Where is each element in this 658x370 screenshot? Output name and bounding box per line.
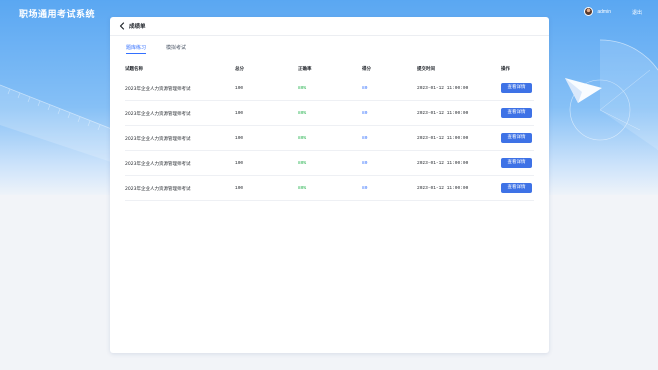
score: 80 xyxy=(362,186,368,191)
results-table: 试题名称 总分 正确率 得分 提交时间 操作 2023年企业人力资源管理师考试 … xyxy=(125,61,534,201)
score: 80 xyxy=(362,111,368,116)
column-header-time: 提交时间 xyxy=(417,67,435,72)
table-row: 2023年企业人力资源管理师考试 100 80% 80 2023-01-12 1… xyxy=(125,76,534,101)
table-row: 2023年企业人力资源管理师考试 100 80% 80 2023-01-12 1… xyxy=(125,126,534,151)
tab-question-bank[interactable]: 题库练习 xyxy=(126,44,147,54)
submit-time: 2023-01-12 11:00:00 xyxy=(417,86,469,91)
table-row: 2023年企业人力资源管理师考试 100 80% 80 2023-01-12 1… xyxy=(125,151,534,176)
logout-link[interactable]: 退出 xyxy=(632,9,642,16)
submit-time: 2023-01-12 11:00:00 xyxy=(417,161,469,166)
submit-time: 2023-01-12 11:00:00 xyxy=(417,136,469,141)
exam-name: 2023年企业人力资源管理师考试 xyxy=(125,87,191,92)
total-score: 100 xyxy=(235,86,244,91)
app-title: 职场通用考试系统 xyxy=(19,10,96,20)
exam-name: 2023年企业人力资源管理师考试 xyxy=(125,112,191,117)
view-details-button[interactable]: 查看详情 xyxy=(501,158,532,168)
total-score: 100 xyxy=(235,111,244,116)
score-card: 成绩单 题库练习 模拟考试 试题名称 总分 正确率 得分 提交时间 操作 202… xyxy=(110,17,549,353)
card-header: 成绩单 xyxy=(110,17,549,36)
submit-time: 2023-01-12 11:00:00 xyxy=(417,186,469,191)
table-row: 2023年企业人力资源管理师考试 100 80% 80 2023-01-12 1… xyxy=(125,176,534,201)
correct-rate: 80% xyxy=(298,86,307,91)
column-header-score: 得分 xyxy=(362,67,371,72)
score: 80 xyxy=(362,136,368,141)
total-score: 100 xyxy=(235,161,244,166)
view-details-button[interactable]: 查看详情 xyxy=(501,108,532,118)
column-header-rate: 正确率 xyxy=(298,67,312,72)
correct-rate: 80% xyxy=(298,161,307,166)
column-header-action: 操作 xyxy=(501,67,510,72)
score: 80 xyxy=(362,86,368,91)
user-menu[interactable]: admin xyxy=(584,7,611,16)
view-details-button[interactable]: 查看详情 xyxy=(501,133,532,143)
score: 80 xyxy=(362,161,368,166)
table-row: 2023年企业人力资源管理师考试 100 80% 80 2023-01-12 1… xyxy=(125,101,534,126)
page-title: 成绩单 xyxy=(129,24,146,30)
tab-bar: 题库练习 模拟考试 xyxy=(126,44,206,54)
total-score: 100 xyxy=(235,136,244,141)
paper-plane-icon xyxy=(565,78,602,103)
tab-mock-exam[interactable]: 模拟考试 xyxy=(166,44,186,54)
view-details-button[interactable]: 查看详情 xyxy=(501,83,532,93)
table-header: 试题名称 总分 正确率 得分 提交时间 操作 xyxy=(125,61,534,76)
column-header-name: 试题名称 xyxy=(125,67,143,72)
correct-rate: 80% xyxy=(298,186,307,191)
submit-time: 2023-01-12 11:00:00 xyxy=(417,111,469,116)
back-arrow-icon[interactable] xyxy=(119,22,125,30)
correct-rate: 80% xyxy=(298,111,307,116)
total-score: 100 xyxy=(235,186,244,191)
view-details-button[interactable]: 查看详情 xyxy=(501,183,532,193)
correct-rate: 80% xyxy=(298,136,307,141)
column-header-total: 总分 xyxy=(235,67,244,72)
exam-name: 2023年企业人力资源管理师考试 xyxy=(125,137,191,142)
avatar[interactable] xyxy=(584,7,594,16)
exam-name: 2023年企业人力资源管理师考试 xyxy=(125,162,191,167)
exam-name: 2023年企业人力资源管理师考试 xyxy=(125,187,191,192)
username: admin xyxy=(597,8,611,15)
